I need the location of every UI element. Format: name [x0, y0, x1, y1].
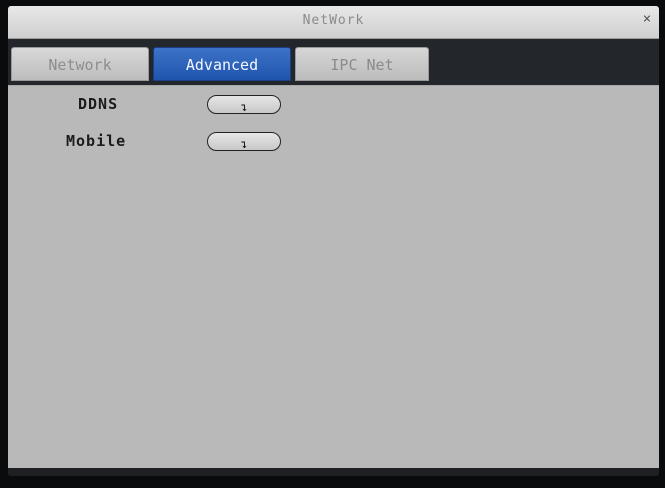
mobile-enter-button[interactable]: ↴: [207, 132, 281, 151]
network-dialog: NetWork × Network Advanced IPC Net DDNS …: [8, 6, 659, 476]
enter-arrow-icon: ↴: [240, 100, 248, 114]
tab-advanced[interactable]: Advanced: [153, 47, 291, 81]
tab-network[interactable]: Network: [11, 47, 149, 81]
title-bar: NetWork ×: [8, 6, 659, 39]
bottom-bar: [8, 468, 659, 476]
advanced-panel: DDNS ↴ Mobile ↴: [8, 85, 659, 468]
mobile-label: Mobile: [66, 132, 127, 150]
close-icon[interactable]: ×: [639, 11, 655, 29]
ddns-label: DDNS: [78, 95, 119, 113]
enter-arrow-icon: ↴: [240, 137, 248, 151]
dialog-title: NetWork: [302, 13, 365, 28]
ddns-enter-button[interactable]: ↴: [207, 95, 281, 114]
tab-ipc-net[interactable]: IPC Net: [295, 47, 429, 81]
tab-bar: Network Advanced IPC Net: [8, 39, 659, 85]
